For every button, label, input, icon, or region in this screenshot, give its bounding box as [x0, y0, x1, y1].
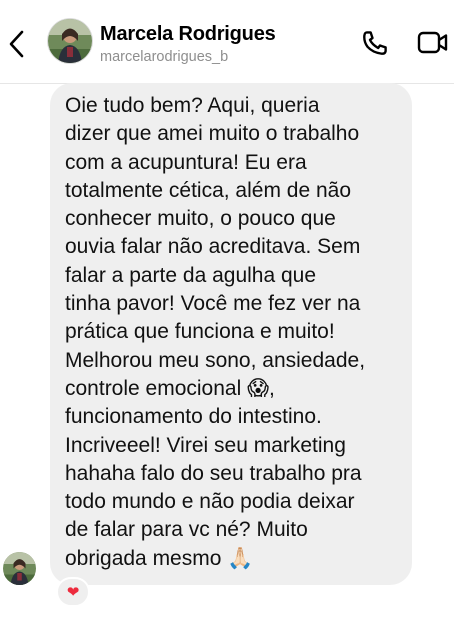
video-call-button[interactable]: [417, 29, 449, 57]
heart-reaction-icon: ❤: [66, 582, 80, 601]
chat-header: Marcela Rodrigues marcelarodrigues_b: [0, 0, 454, 84]
avatar-photo: [48, 19, 92, 63]
message-reaction[interactable]: ❤: [56, 577, 90, 607]
video-camera-icon: [417, 31, 448, 54]
back-button[interactable]: [6, 28, 28, 60]
message-text: Oie tudo bem? Aqui, queria dizer que ame…: [65, 94, 366, 570]
contact-name[interactable]: Marcela Rodrigues: [100, 23, 276, 46]
message-bubble[interactable]: Oie tudo bem? Aqui, queria dizer que ame…: [50, 83, 412, 585]
call-button[interactable]: [360, 28, 390, 58]
chevron-left-icon: [9, 30, 24, 58]
avatar-photo-small: [3, 552, 36, 585]
phone-icon: [363, 31, 387, 55]
contact-avatar[interactable]: [48, 19, 92, 63]
contact-username[interactable]: marcelarodrigues_b: [100, 49, 228, 65]
sender-avatar[interactable]: [3, 552, 36, 585]
